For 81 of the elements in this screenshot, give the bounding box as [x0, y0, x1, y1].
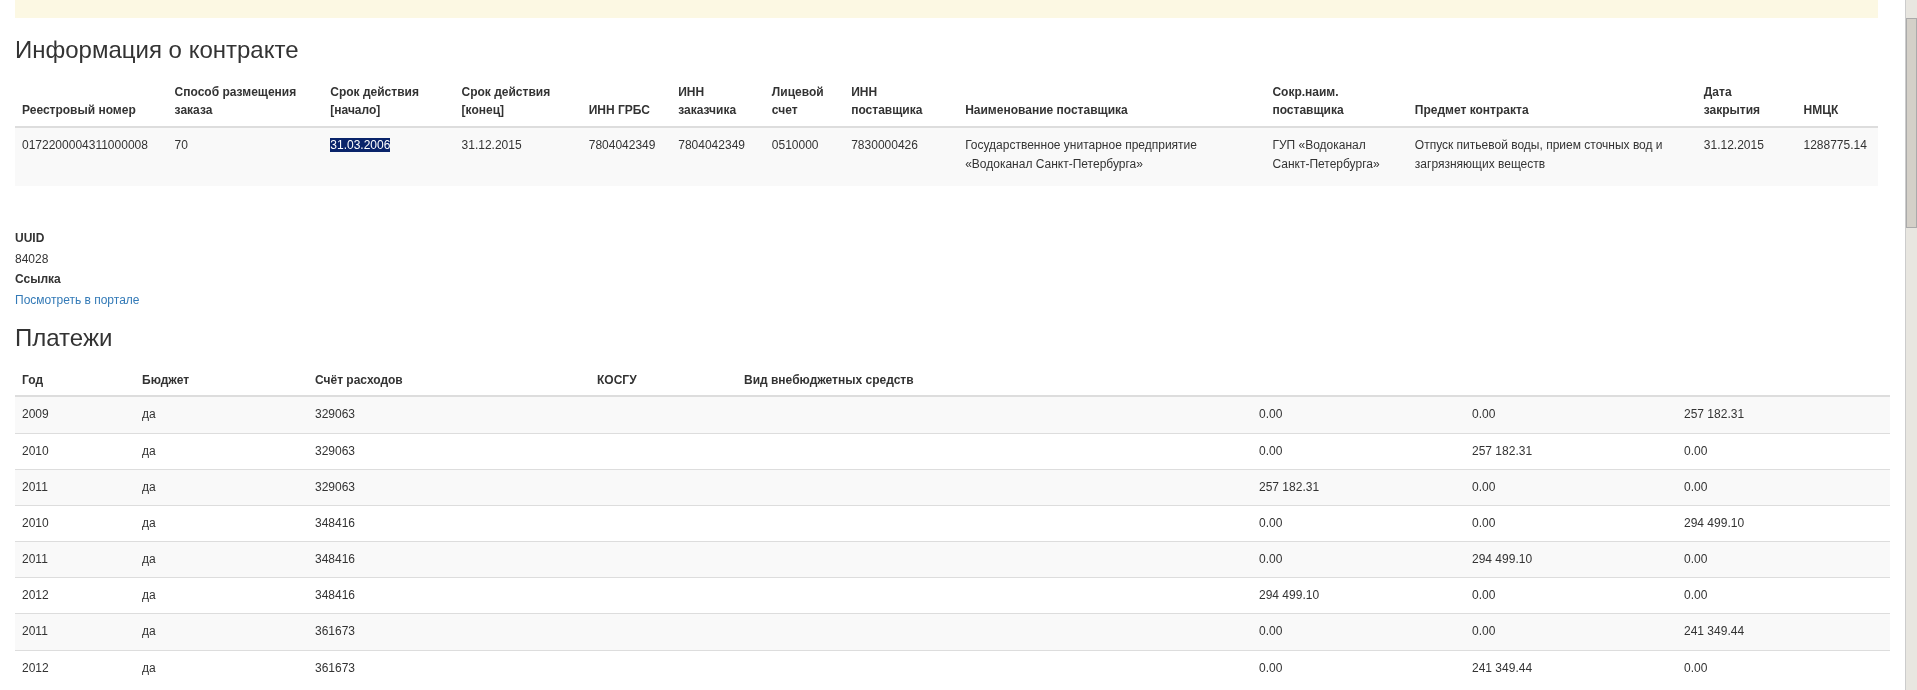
table-cell: 0.00	[1259, 660, 1283, 675]
table-cell: 2011	[22, 552, 48, 567]
table-cell: ГУП «Водоканал Санкт-Петербурга»	[1272, 138, 1380, 172]
table-cell: 2010	[22, 443, 49, 458]
column-header: Предмет контракта	[1407, 76, 1697, 127]
table-cell: 0.00	[1259, 407, 1283, 422]
table-cell: 294 499.10	[1259, 588, 1320, 603]
table-cell: да	[142, 624, 156, 639]
column-header: Реестровый номер	[15, 76, 168, 127]
table-cell: 257 182.31	[1684, 407, 1745, 422]
table-cell: 0.00	[1684, 479, 1708, 494]
portal-link[interactable]: Посмотреть в портале	[15, 292, 140, 307]
table-cell: 31.03.2006	[330, 138, 391, 152]
table-cell: 257 182.31	[1259, 479, 1320, 494]
column-header: ИНН поставщика	[844, 76, 959, 127]
field-value: 84028	[15, 250, 50, 268]
table-cell: 0510000	[771, 138, 819, 152]
scrollbar[interactable]	[1905, 0, 1917, 690]
column-header: Срок действия [начало]	[323, 76, 455, 127]
table-cell: 329063	[315, 407, 356, 422]
table-cell: 0172200004311000008	[22, 138, 148, 152]
table-cell: да	[142, 515, 156, 530]
table-cell: 0.00	[1472, 407, 1496, 422]
table-cell: 70	[174, 138, 188, 152]
table-cell: 2012	[22, 660, 49, 675]
column-header: Срок действия [конец]	[454, 76, 582, 127]
column-header: НМЦК	[1796, 76, 1878, 127]
table-cell: 1288775.14	[1803, 138, 1867, 152]
table-cell: 7804042349	[588, 138, 656, 152]
table-cell: 0.00	[1472, 479, 1496, 494]
table-cell: 361673	[315, 660, 356, 675]
table-cell: 0.00	[1259, 443, 1283, 458]
table-cell: 348416	[315, 588, 356, 603]
column-header: Дата закрытия	[1696, 76, 1797, 127]
table-cell: да	[142, 479, 156, 494]
table-cell: 348416	[315, 515, 356, 530]
table-cell: 31.12.2015	[1703, 138, 1764, 152]
section-title: Информация о контракте	[15, 36, 300, 65]
field-label: Ссылка	[15, 271, 62, 289]
table-cell: 0.00	[1472, 624, 1496, 639]
table-cell: 0.00	[1684, 443, 1708, 458]
field-label: UUID	[15, 230, 46, 248]
table-cell: 7804042349	[678, 138, 745, 152]
table-cell: 2012	[22, 588, 49, 603]
table-cell: да	[142, 660, 156, 675]
table-cell: 2009	[22, 407, 49, 422]
table-cell: 0.00	[1259, 515, 1283, 530]
table-cell: 294 499.10	[1472, 552, 1533, 567]
table-cell: 0.00	[1472, 588, 1496, 603]
table-cell: 0.00	[1684, 588, 1708, 603]
table-cell: 2011	[22, 479, 48, 494]
table-cell: 0.00	[1684, 552, 1708, 567]
table-cell: 348416	[315, 552, 356, 567]
column-header: Сокр.наим. поставщика	[1265, 76, 1408, 127]
column-header: ИНН ГРБС	[581, 76, 672, 127]
column-header: Наименование поставщика	[958, 76, 1266, 127]
table-cell: 241 349.44	[1472, 660, 1533, 675]
table-cell: да	[142, 407, 156, 422]
section-title: Платежи	[15, 323, 114, 353]
table-cell: 0.00	[1684, 660, 1708, 675]
table-cell: да	[142, 552, 156, 567]
column-header: Способ размещения заказа	[167, 76, 324, 127]
column-header: Лицевой счет	[764, 76, 845, 127]
table-cell: 7830000426	[851, 138, 918, 152]
table-cell: 2010	[22, 515, 49, 530]
table-cell: да	[142, 588, 156, 603]
table-cell: 329063	[315, 443, 356, 458]
table-cell: 257 182.31	[1472, 443, 1533, 458]
table-cell: 2011	[22, 624, 48, 639]
table-cell: 361673	[315, 624, 356, 639]
table-cell: Отпуск питьевой воды, прием сточных вод и загрязняющих веществ	[1414, 138, 1663, 172]
table-cell: 31.12.2015	[461, 138, 522, 152]
table-cell: 0.00	[1259, 552, 1283, 567]
table-cell: да	[142, 443, 156, 458]
table-cell: 294 499.10	[1684, 515, 1745, 530]
table-cell: Государственное унитарное предприятие «Водоканал Санкт-Петербурга»	[965, 138, 1197, 172]
table-cell: 0.00	[1259, 624, 1283, 639]
column-header: ИНН заказчика	[671, 76, 765, 127]
table-cell: 241 349.44	[1684, 624, 1745, 639]
table-cell: 0.00	[1472, 515, 1496, 530]
table-cell: 329063	[315, 479, 356, 494]
